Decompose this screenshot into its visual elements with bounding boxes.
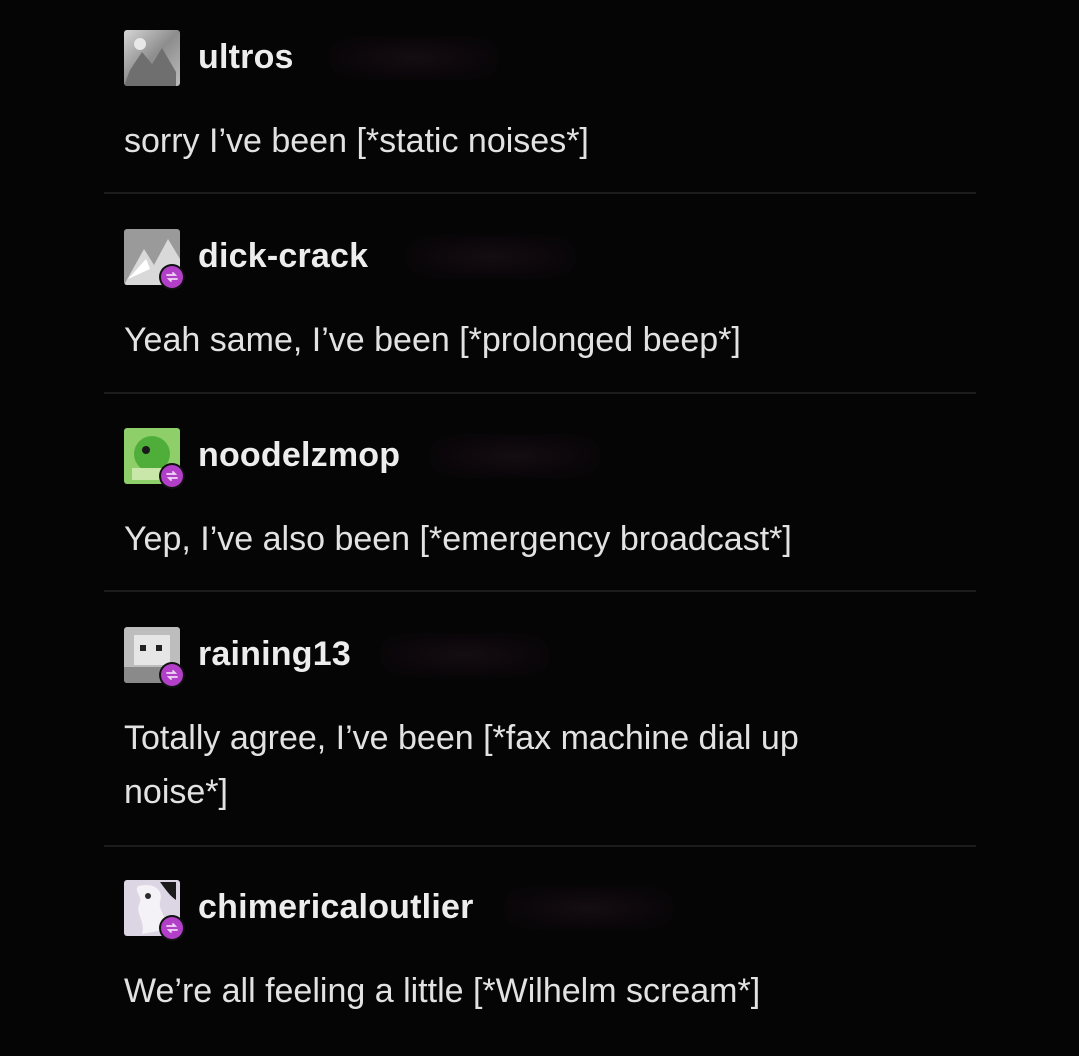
grey-photo-avatar-icon[interactable] bbox=[124, 30, 180, 86]
post-text: sorry I’ve been [*static noises*] bbox=[124, 122, 589, 160]
post-text: We’re all feeling a little [*Wilhelm scr… bbox=[124, 972, 761, 1010]
follow-button[interactable] bbox=[430, 434, 600, 478]
reblog-badge-icon bbox=[159, 662, 185, 688]
reblog-chain: ultros sorry I’ve been [*static noises*] bbox=[0, 0, 1079, 1056]
post-item: dick-crack Yeah same, I’ve been [*prolon… bbox=[124, 229, 884, 367]
post-header: chimericaloutlier bbox=[124, 880, 884, 941]
post-item: ultros sorry I’ve been [*static noises*] bbox=[124, 30, 884, 168]
post-header: dick-crack bbox=[124, 229, 884, 290]
post-item: raining13 Totally agree, I’ve been [*fax… bbox=[124, 627, 884, 819]
post-header: ultros bbox=[124, 30, 884, 88]
reblog-badge-icon bbox=[159, 915, 185, 941]
post-text: Yeah same, I’ve been [*prolonged beep*] bbox=[124, 321, 741, 359]
username[interactable]: dick-crack bbox=[198, 237, 368, 276]
post-text: Yep, I’ve also been [*emergency broadcas… bbox=[124, 520, 792, 558]
post-item: chimericaloutlier We’re all feeling a li… bbox=[124, 880, 884, 1018]
username[interactable]: chimericaloutlier bbox=[198, 888, 474, 927]
reblog-badge-icon bbox=[159, 463, 185, 489]
follow-button[interactable] bbox=[380, 633, 550, 677]
divider bbox=[104, 392, 976, 394]
divider bbox=[104, 192, 976, 194]
post-text: Totally agree, I’ve been [*fax machine d… bbox=[124, 719, 799, 811]
follow-button[interactable] bbox=[504, 886, 674, 930]
username[interactable]: noodelzmop bbox=[198, 436, 400, 475]
username[interactable]: ultros bbox=[198, 38, 294, 77]
divider bbox=[104, 590, 976, 592]
post-item: noodelzmop Yep, I’ve also been [*emergen… bbox=[124, 428, 884, 566]
follow-button[interactable] bbox=[329, 36, 499, 80]
reblog-badge-icon bbox=[159, 264, 185, 290]
post-header: raining13 bbox=[124, 627, 884, 688]
post-header: noodelzmop bbox=[124, 428, 884, 489]
follow-button[interactable] bbox=[406, 235, 576, 279]
username[interactable]: raining13 bbox=[198, 635, 351, 674]
divider bbox=[104, 845, 976, 847]
